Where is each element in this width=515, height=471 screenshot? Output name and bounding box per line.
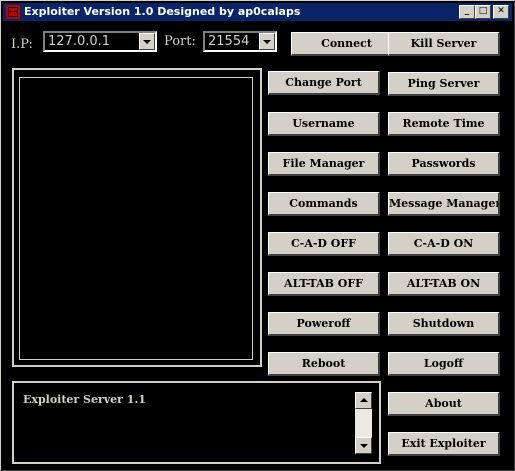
exit-exploiter-button[interactable]: Exit Exploiter	[388, 432, 500, 456]
poweroff-button[interactable]: Poweroff	[268, 312, 380, 336]
scroll-up-icon[interactable]	[355, 392, 372, 409]
port-combo[interactable]: 21554	[203, 31, 277, 52]
passwords-button[interactable]: Passwords	[388, 152, 500, 176]
log-text: Exploiter Server 1.1	[23, 393, 146, 406]
close-button[interactable]: ✕	[493, 5, 509, 19]
logoff-button[interactable]: Logoff	[388, 352, 500, 376]
ip-label: I.P:	[11, 37, 33, 52]
cad-off-button[interactable]: C-A-D OFF	[268, 232, 380, 256]
message-manager-button[interactable]: Message Manager	[388, 192, 500, 216]
minimize-button[interactable]: _	[459, 5, 475, 19]
commands-button[interactable]: Commands	[268, 192, 380, 216]
about-button[interactable]: About	[388, 392, 500, 416]
port-value: 21554	[208, 34, 250, 49]
kill-server-button[interactable]: Kill Server	[388, 32, 500, 56]
window-title: Exploiter Version 1.0 Designed by ap0cal…	[24, 5, 301, 18]
display-area	[19, 77, 253, 360]
scroll-down-icon[interactable]	[355, 437, 372, 454]
shutdown-button[interactable]: Shutdown	[388, 312, 500, 336]
ip-value: 127.0.0.1	[48, 34, 111, 49]
change-port-button[interactable]: Change Port	[268, 71, 380, 95]
title-bar[interactable]: Exploiter Version 1.0 Designed by ap0cal…	[3, 3, 512, 21]
port-dropdown-arrow-icon[interactable]	[259, 33, 275, 50]
cad-on-button[interactable]: C-A-D ON	[388, 232, 500, 256]
exploiter-window: Exploiter Version 1.0 Designed by ap0cal…	[0, 0, 515, 471]
maximize-button[interactable]: □	[475, 5, 491, 19]
remote-time-button[interactable]: Remote Time	[388, 112, 500, 136]
alttab-off-button[interactable]: ALT-TAB OFF	[268, 272, 380, 296]
port-label: Port:	[164, 34, 196, 49]
file-manager-button[interactable]: File Manager	[268, 152, 380, 176]
reboot-button[interactable]: Reboot	[268, 352, 380, 376]
username-button[interactable]: Username	[268, 112, 380, 136]
connect-button[interactable]: Connect	[291, 32, 403, 56]
ip-combo[interactable]: 127.0.0.1	[43, 31, 157, 52]
alttab-on-button[interactable]: ALT-TAB ON	[388, 272, 500, 296]
ip-dropdown-arrow-icon[interactable]	[139, 33, 155, 50]
scroll-track[interactable]	[355, 409, 372, 437]
ping-server-button[interactable]: Ping Server	[388, 72, 500, 96]
app-icon	[6, 5, 20, 19]
log-scrollbar[interactable]	[355, 392, 372, 454]
